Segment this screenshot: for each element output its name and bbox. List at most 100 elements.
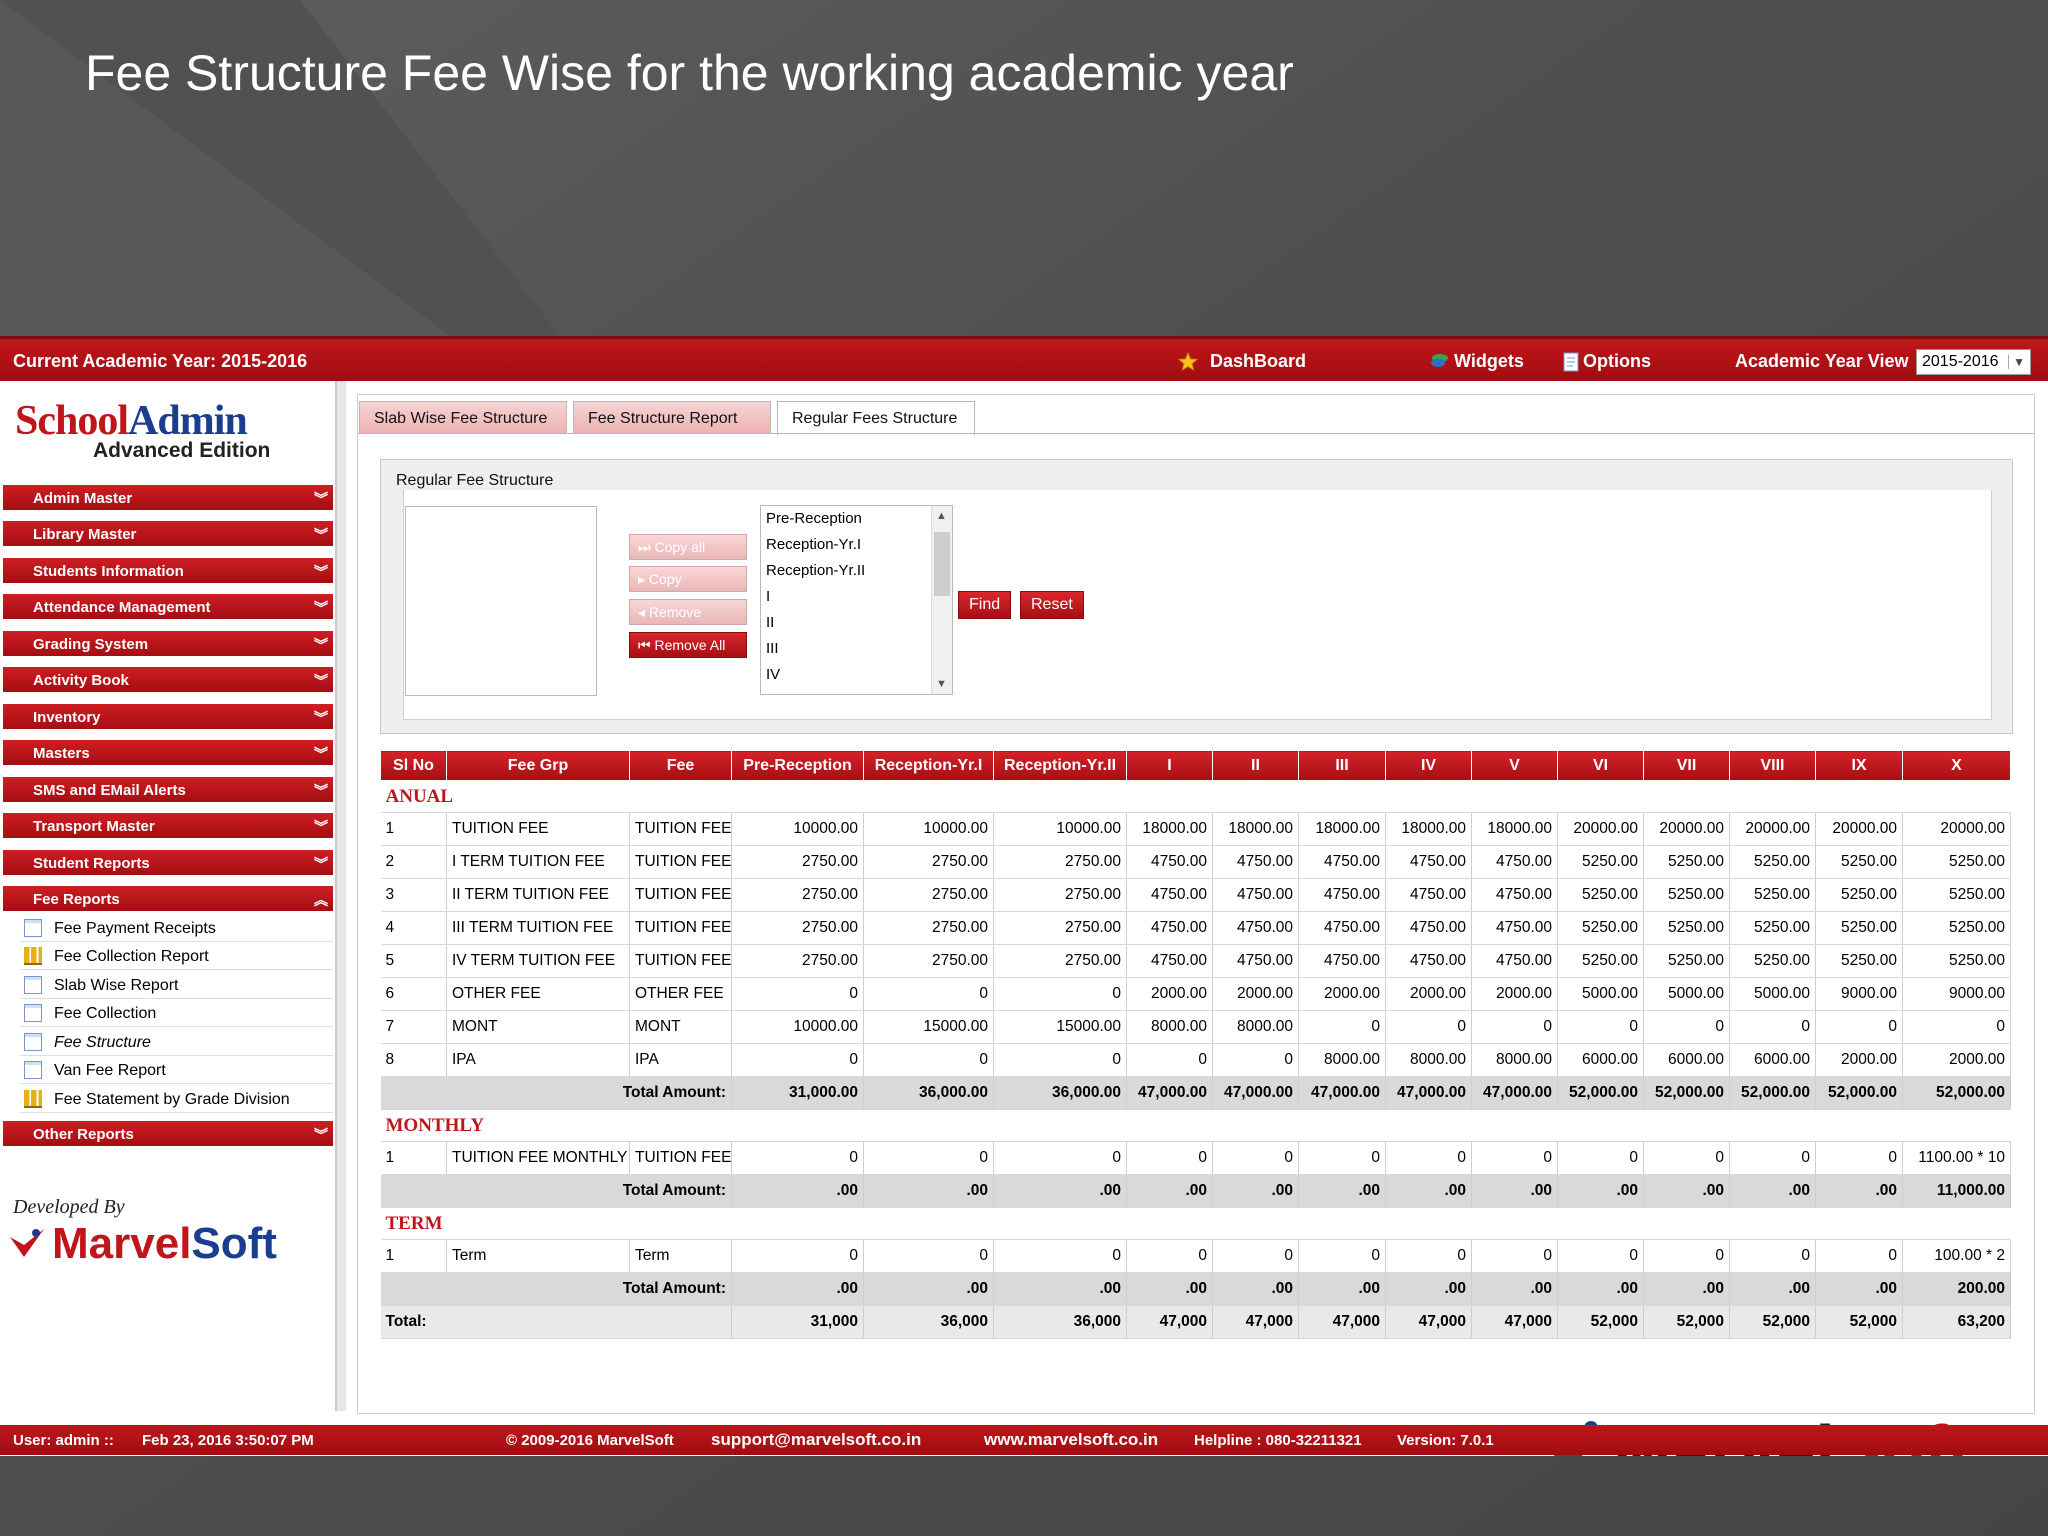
submenu-label: Fee Collection [54,1005,157,1022]
schooladmin-logo: SchoolAdmin Advanced Edition [15,397,315,475]
copy-all-button[interactable]: ⏭ Copy all [629,534,747,560]
widgets-link[interactable]: Widgets [1430,351,1524,372]
total-cell: 52,000.00 [1815,1076,1903,1110]
menu-activity-book[interactable]: Activity Book ︾ [3,667,333,694]
table-cell: 0 [1471,1239,1558,1273]
class-option[interactable]: III [761,636,952,662]
class-option[interactable]: II [761,610,952,636]
menu-admin-master[interactable]: Admin Master ︾ [3,485,333,512]
options-link[interactable]: Options [1563,351,1651,372]
find-button[interactable]: Find [958,591,1012,619]
class-option[interactable]: IV [761,662,952,688]
total-cell: .00 [1126,1174,1213,1208]
submenu-label: Fee Statement by Grade Division [54,1091,290,1108]
group-name: TERM [380,1207,2011,1240]
submenu-fee-payment-receipts[interactable]: Fee Payment Receipts [20,914,333,942]
submenu-slab-wise-report[interactable]: Slab Wise Report [20,971,333,999]
total-cell: 31,000.00 [731,1076,864,1110]
table-cell: 5250.00 [1902,911,2011,945]
footer-email[interactable]: support@marvelsoft.co.in [711,1430,921,1450]
table-cell: 0 [1643,1239,1730,1273]
table-cell: 2750.00 [993,878,1127,912]
submenu-label: Van Fee Report [54,1062,166,1079]
dashboard-link[interactable]: DashBoard [1178,351,1306,372]
table-cell: 0 [1643,1141,1730,1175]
table-cell: 4750.00 [1126,911,1213,945]
academic-year-select[interactable]: 2015-2016 ▼ [1916,349,2031,375]
brand-part2: Soft [191,1219,277,1268]
scroll-up-icon[interactable]: ▲ [936,510,947,522]
class-option[interactable]: Reception-Yr.I [761,532,952,558]
table-row: 1 TUITION FEE TUITION FEE 10000.00 10000.00 1… [380,812,2011,846]
copy-button[interactable]: ▸ Copy [629,566,747,592]
table-cell: 4750.00 [1385,944,1472,978]
remove-all-icon: ⏮ [638,637,655,653]
table-cell: 0 [1126,1043,1213,1077]
tab-slab-wise-fee-structure[interactable]: Slab Wise Fee Structure [359,401,567,433]
tab-fee-structure-report[interactable]: Fee Structure Report [573,401,771,433]
menu-inventory[interactable]: Inventory ︾ [3,704,333,731]
remove-all-button[interactable]: ⏮ Remove All [629,632,747,658]
submenu-fee-structure[interactable]: Fee Structure [20,1028,333,1056]
menu-grading-system[interactable]: Grading System ︾ [3,631,333,658]
table-cell: 4750.00 [1471,845,1558,879]
menu-sms-email-alerts[interactable]: SMS and EMail Alerts ︾ [3,777,333,804]
submenu-van-fee-report[interactable]: Van Fee Report [20,1056,333,1084]
table-cell: 0 [1557,1010,1644,1044]
total-cell: .00 [731,1174,864,1208]
grand-total-cell: 52,000 [1729,1305,1816,1339]
scroll-thumb[interactable] [934,532,950,596]
developed-by-label: Developed By [13,1196,125,1218]
remove-button[interactable]: ◂ Remove [629,599,747,625]
menu-other-reports[interactable]: Other Reports ︾ [3,1121,333,1148]
table-cell: 1 [380,812,447,846]
menu-student-reports[interactable]: Student Reports ︾ [3,850,333,877]
menu-transport-master[interactable]: Transport Master ︾ [3,813,333,840]
class-options-list[interactable]: Pre-Reception Reception-Yr.I Reception-Y… [760,505,953,695]
tab-regular-fees-structure[interactable]: Regular Fees Structure [777,401,975,435]
table-cell: TUITION FEE [629,812,732,846]
table-cell: 5250.00 [1643,944,1730,978]
menu-students-information[interactable]: Students Information ︾ [3,558,333,585]
sidebar-scrollbar[interactable] [336,381,346,1411]
table-cell: TUITION FEE [629,944,732,978]
scroll-down-icon[interactable]: ▼ [936,678,947,690]
table-cell: 0 [1385,1141,1472,1175]
table-cell: 5250.00 [1557,878,1644,912]
submenu-fee-collection[interactable]: Fee Collection [20,999,333,1027]
reset-button[interactable]: Reset [1020,591,1084,619]
table-cell: 15000.00 [993,1010,1127,1044]
class-list-scrollbar[interactable]: ▲ ▼ [931,506,952,694]
submenu-fee-statement-by-grade[interactable]: Fee Statement by Grade Division [20,1085,333,1113]
table-cell: 0 [1815,1010,1903,1044]
total-cell: 52,000.00 [1729,1076,1816,1110]
table-cell: 5250.00 [1643,845,1730,879]
submenu-fee-collection-report[interactable]: Fee Collection Report [20,942,333,970]
menu-attendance-management[interactable]: Attendance Management ︾ [3,594,333,621]
class-option[interactable]: I [761,584,952,610]
table-cell: 2000.00 [1385,977,1472,1011]
group-name: MONTHLY [380,1109,2011,1142]
total-cell: 52,000.00 [1902,1076,2011,1110]
selected-classes-list[interactable] [405,506,597,696]
menu-masters[interactable]: Masters ︾ [3,740,333,767]
table-cell: 2000.00 [1298,977,1386,1011]
grand-total-cell: 47,000 [1471,1305,1558,1339]
total-cell: 52,000.00 [1557,1076,1644,1110]
total-cell: .00 [1815,1174,1903,1208]
total-cell: .00 [1557,1174,1644,1208]
menu-library-master[interactable]: Library Master ︾ [3,521,333,548]
document-icon [24,976,42,994]
table-cell: 0 [1643,1010,1730,1044]
table-cell: 1 [380,1239,447,1273]
class-option[interactable]: Pre-Reception [761,506,952,532]
table-cell: 10000.00 [863,812,994,846]
table-cell: 5000.00 [1557,977,1644,1011]
table-cell: 5 [380,944,447,978]
footer-website[interactable]: www.marvelsoft.co.in [984,1430,1158,1450]
table-cell: 5250.00 [1815,944,1903,978]
table-cell: 2750.00 [731,845,864,879]
menu-fee-reports[interactable]: Fee Reports ︽ [3,886,333,913]
table-cell: 8000.00 [1212,1010,1299,1044]
class-option[interactable]: Reception-Yr.II [761,558,952,584]
